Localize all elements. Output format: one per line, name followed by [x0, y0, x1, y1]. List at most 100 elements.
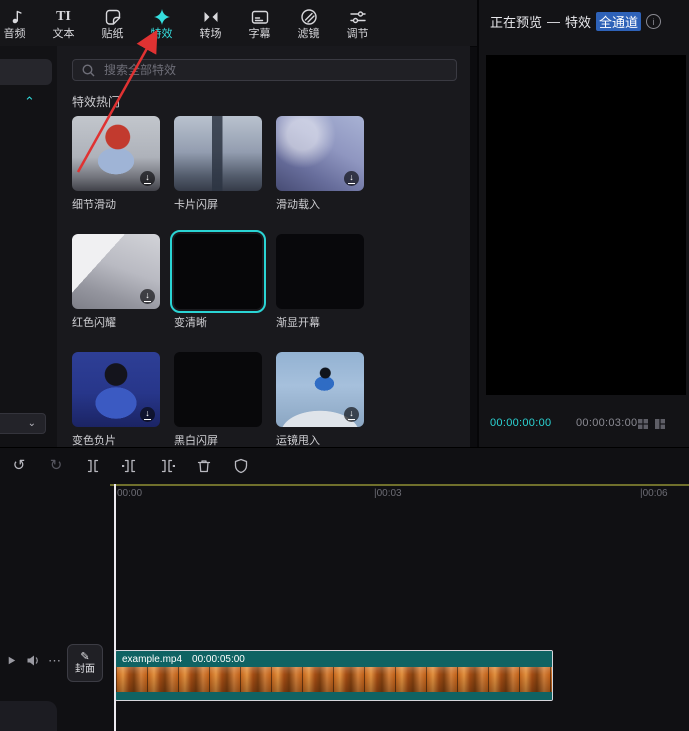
download-icon: ↓ [140, 407, 155, 422]
tool-label: 文本 [53, 29, 75, 40]
effect-card[interactable]: ↓ 滑动载入 [276, 116, 364, 212]
collapse-track-icon[interactable] [5, 654, 18, 667]
track-controls: ⋯ [5, 654, 61, 667]
tool-transition[interactable]: 转场 [186, 7, 235, 40]
effect-label: 运镜甩入 [276, 434, 364, 447]
effect-thumbnail [174, 234, 262, 309]
tool-captions[interactable]: 字幕 [235, 7, 284, 40]
top-toolbar: 音频 TI 文本 贴纸 特效 [0, 0, 477, 47]
effect-thumbnail [276, 234, 364, 309]
download-icon: ↓ [140, 289, 155, 304]
clip-header: example.mp4 00:00:05:00 [116, 651, 552, 667]
effect-label: 渐显开幕 [276, 316, 364, 330]
mute-track-icon[interactable] [26, 654, 40, 667]
preview-mode: 特效 [565, 12, 591, 31]
transition-icon [201, 7, 221, 27]
layout-grid-icon[interactable] [654, 418, 666, 430]
effect-label: 变色负片 [72, 434, 160, 447]
playhead[interactable] [114, 484, 116, 731]
audio-icon [5, 7, 25, 27]
captions-icon [250, 7, 270, 27]
split-icon[interactable] [84, 457, 102, 475]
chevron-up-icon[interactable]: ⌃ [24, 95, 35, 108]
tool-adjust[interactable]: 调节 [333, 7, 382, 40]
clip-thumbnails [116, 667, 552, 692]
more-options-icon[interactable]: ⋯ [48, 654, 61, 667]
effect-thumbnail: ↓ [72, 352, 160, 427]
effect-label: 滑动载入 [276, 198, 364, 212]
preview-screen[interactable] [486, 55, 686, 395]
ruler-tick: |00:06 [640, 488, 668, 499]
effects-star-icon [152, 7, 172, 27]
effect-card[interactable]: 卡片闪屏 [174, 116, 262, 212]
search-box[interactable] [72, 59, 457, 81]
effect-label: 黑白闪屏 [174, 434, 262, 447]
clip-audio-bar [116, 692, 552, 700]
delete-left-icon[interactable] [121, 457, 139, 475]
effect-thumbnail [174, 352, 262, 427]
total-time: 00:00:03:00 [576, 417, 637, 429]
effect-thumbnail: ↓ [276, 116, 364, 191]
preview-status: 正在预览 [490, 12, 542, 31]
download-icon: ↓ [344, 407, 359, 422]
toolbar-items: 音频 TI 文本 贴纸 特效 [0, 7, 382, 40]
clip-name: example.mp4 [122, 654, 182, 665]
effect-card[interactable]: ↓ 细节滑动 [72, 116, 160, 212]
tool-label: 字幕 [249, 29, 271, 40]
ruler-tick: |00:03 [374, 488, 402, 499]
redo-icon[interactable]: ↻ [47, 457, 65, 475]
effect-card-selected[interactable]: 变清晰 [174, 234, 262, 330]
search-icon [81, 63, 96, 78]
channel-badge[interactable]: 全通道 [596, 12, 641, 31]
delete-right-icon[interactable] [158, 457, 176, 475]
search-input[interactable] [102, 62, 448, 78]
tool-label: 调节 [347, 29, 369, 40]
category-dropdown[interactable]: ⌄ [0, 413, 46, 434]
cover-button[interactable]: ✎ 封面 [67, 644, 103, 682]
preview-header: 正在预览 — 特效 全通道 i [490, 12, 661, 31]
mask-icon[interactable] [232, 457, 250, 475]
effect-thumbnail [174, 116, 262, 191]
tool-filter[interactable]: 滤镜 [284, 7, 333, 40]
download-icon: ↓ [344, 171, 359, 186]
preview-panel: 正在预览 — 特效 全通道 i 00:00:00:00 00:00:03:00 [477, 0, 689, 447]
current-time: 00:00:00:00 [490, 417, 551, 429]
tool-label: 音频 [4, 29, 26, 40]
download-icon: ↓ [140, 171, 155, 186]
filter-icon [299, 7, 319, 27]
tool-text[interactable]: TI 文本 [39, 7, 88, 40]
effect-card[interactable]: ↓ 变色负片 [72, 352, 160, 447]
section-title: 特效热门 [72, 93, 120, 110]
effect-card[interactable]: 黑白闪屏 [174, 352, 262, 447]
preview-layout-toggles [637, 418, 666, 430]
effects-panel: 特效热门 ↓ 细节滑动 卡片闪屏 ↓ 滑动载入 ↓ [57, 46, 470, 447]
time-ruler[interactable]: 00:00 |00:03 |00:06 [0, 486, 689, 502]
sidebar-item-cut[interactable] [0, 59, 52, 85]
preview-separator: — [547, 14, 560, 29]
effects-grid: ↓ 细节滑动 卡片闪屏 ↓ 滑动载入 ↓ 红色闪耀 [72, 116, 364, 447]
effect-card[interactable]: ↓ 运镜甩入 [276, 352, 364, 447]
preview-timecodes: 00:00:00:00 00:00:03:00 [479, 417, 689, 433]
sticker-icon [103, 7, 123, 27]
timeline: ↺ ↻ 00:00 |00:03 |00:06 [0, 447, 689, 731]
delete-icon[interactable] [195, 457, 213, 475]
tool-sticker[interactable]: 贴纸 [88, 7, 137, 40]
video-clip[interactable]: example.mp4 00:00:05:00 [115, 650, 553, 701]
effect-label: 细节滑动 [72, 198, 160, 212]
tool-label: 贴纸 [102, 29, 124, 40]
tool-effects[interactable]: 特效 [137, 7, 186, 40]
layout-grid-icon[interactable] [637, 418, 649, 430]
tool-label: 特效 [151, 29, 173, 40]
effect-thumbnail: ↓ [276, 352, 364, 427]
effect-card[interactable]: ↓ 红色闪耀 [72, 234, 160, 330]
undo-icon[interactable]: ↺ [10, 457, 28, 475]
tool-label: 滤镜 [298, 29, 320, 40]
tool-audio[interactable]: 音频 [0, 7, 39, 40]
pencil-icon: ✎ [80, 651, 89, 663]
info-icon[interactable]: i [646, 14, 661, 29]
timeline-toolbar: ↺ ↻ [10, 457, 250, 475]
effect-card[interactable]: 渐显开幕 [276, 234, 364, 330]
effect-label: 卡片闪屏 [174, 198, 262, 212]
effect-label: 红色闪耀 [72, 316, 160, 330]
bottom-left-panel [0, 701, 57, 731]
